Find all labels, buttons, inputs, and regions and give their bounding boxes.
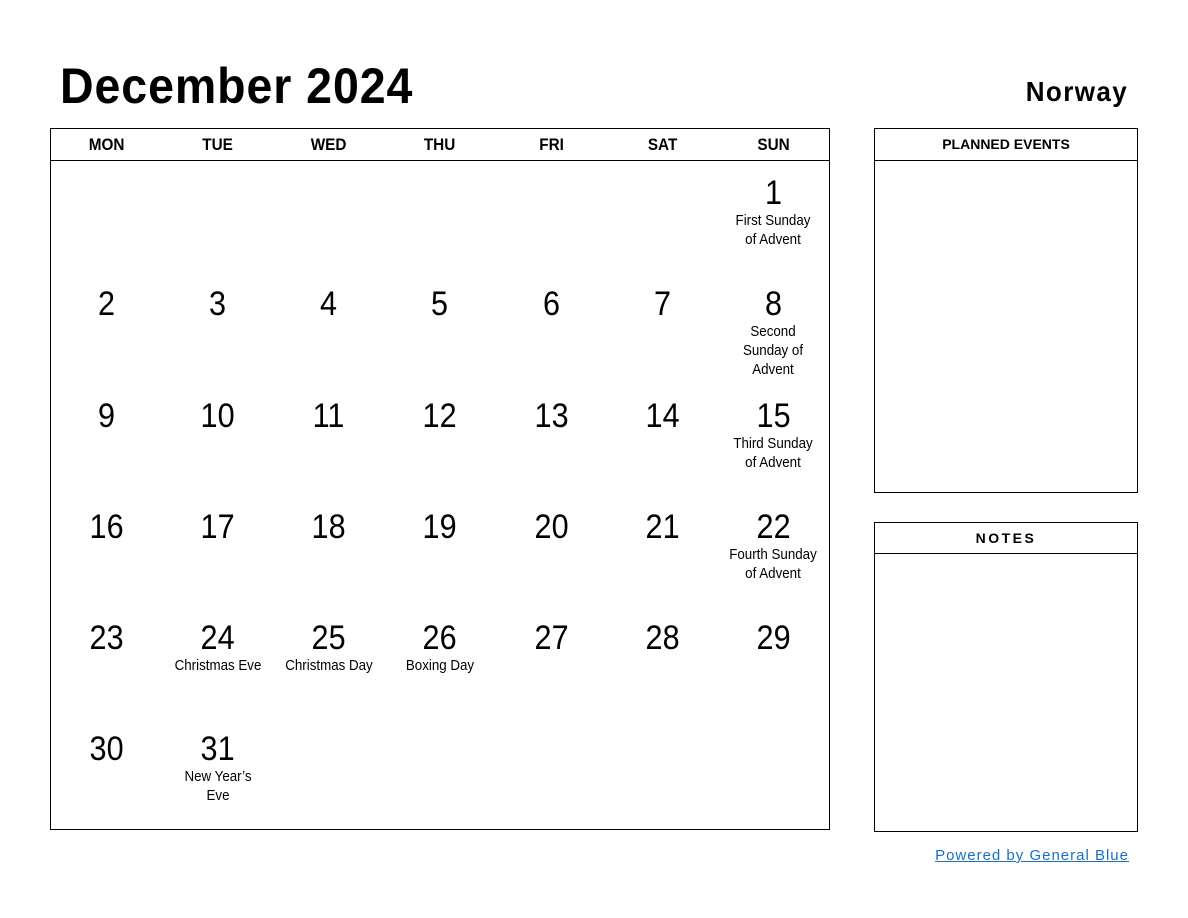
day-cell: 10 — [162, 384, 273, 495]
day-number: 14 — [645, 396, 680, 435]
day-number: 11 — [312, 396, 345, 435]
day-cell: 5 — [384, 272, 495, 383]
weekday-header: MON TUE WED THU FRI SAT SUN — [51, 129, 829, 161]
day-number: 29 — [756, 619, 791, 658]
day-cell: 21 — [607, 495, 718, 606]
day-cell: 24 Christmas Eve — [162, 606, 273, 717]
holiday-label: New Year’s Eve — [184, 769, 252, 805]
holiday-label: First Sunday of Advent — [735, 213, 811, 248]
day-cell: 30 — [51, 717, 162, 828]
day-number: 15 — [756, 396, 791, 435]
day-cell — [273, 161, 384, 272]
day-number: 16 — [89, 507, 124, 546]
weekday-sat: SAT — [647, 135, 678, 154]
holiday-label: Fourth Sunday of Advent — [729, 546, 818, 582]
day-cell — [51, 161, 162, 272]
day-number: 20 — [534, 507, 569, 546]
day-cell — [496, 717, 607, 828]
day-number: 12 — [422, 396, 458, 435]
day-number: 27 — [534, 619, 569, 658]
weekday-mon: MON — [88, 135, 125, 154]
day-cell: 7 — [607, 272, 718, 383]
holiday-label: Boxing Day — [405, 658, 475, 675]
calendar-grid: MON TUE WED THU FRI SAT SUN 1 First Sunda… — [50, 128, 830, 830]
day-cell — [384, 161, 495, 272]
day-number: 8 — [764, 285, 782, 324]
day-number: 13 — [534, 396, 569, 435]
day-cell: 28 — [607, 606, 718, 717]
country-label: Norway — [1025, 76, 1128, 107]
holiday-label: Christmas Eve — [174, 658, 262, 675]
day-cell: 25 Christmas Day — [273, 606, 384, 717]
planned-events-heading: PLANNED EVENTS — [875, 129, 1137, 161]
notes-heading: NOTES — [875, 523, 1137, 554]
weekday-thu: THU — [424, 135, 456, 154]
day-cell — [496, 161, 607, 272]
weekday-tue: TUE — [202, 135, 234, 154]
day-cell — [162, 161, 273, 272]
day-cell — [607, 161, 718, 272]
powered-by-link[interactable]: Powered by General Blue — [935, 847, 1129, 864]
day-number: 9 — [98, 396, 116, 435]
day-number: 30 — [89, 730, 124, 769]
day-cell: 11 — [273, 384, 384, 495]
day-number: 2 — [98, 285, 116, 324]
day-cell: 22 Fourth Sunday of Advent — [718, 495, 829, 606]
day-number: 28 — [645, 619, 680, 658]
day-cell: 4 — [273, 272, 384, 383]
day-number: 10 — [200, 396, 235, 435]
day-number: 17 — [200, 507, 235, 546]
day-cell — [607, 717, 718, 828]
day-cell: 8 Second Sunday of Advent — [718, 272, 829, 383]
day-number: 5 — [431, 285, 449, 324]
calendar-body: 1 First Sunday of Advent 2 3 4 5 6 7 8 Second Sun… — [51, 161, 829, 829]
holiday-label: Third Sunday of Advent — [733, 435, 814, 471]
day-cell: 6 — [496, 272, 607, 383]
holiday-label: Christmas Day — [285, 658, 373, 675]
day-cell: 23 — [51, 606, 162, 717]
day-number: 24 — [200, 619, 235, 658]
day-cell: 12 — [384, 384, 495, 495]
month-title: December 2024 — [60, 58, 414, 114]
day-number: 22 — [756, 507, 791, 546]
day-cell: 13 — [496, 384, 607, 495]
day-cell: 31 New Year’s Eve — [162, 717, 273, 828]
day-cell — [273, 717, 384, 828]
notes-panel: NOTES — [874, 522, 1138, 832]
day-cell: 3 — [162, 272, 273, 383]
day-number: 7 — [653, 285, 671, 324]
day-number: 4 — [320, 285, 338, 324]
day-number: 1 — [764, 174, 782, 212]
day-number: 23 — [89, 619, 124, 658]
day-cell: 20 — [496, 495, 607, 606]
day-cell: 14 — [607, 384, 718, 495]
day-number: 31 — [200, 730, 235, 769]
day-cell: 17 — [162, 495, 273, 606]
day-number: 21 — [645, 507, 680, 546]
day-number: 6 — [542, 285, 560, 324]
weekday-wed: WED — [310, 135, 347, 154]
day-number: 3 — [209, 285, 227, 324]
day-cell: 1 First Sunday of Advent — [718, 161, 829, 272]
weekday-sun: SUN — [757, 135, 790, 154]
day-cell — [718, 717, 829, 828]
day-cell: 16 — [51, 495, 162, 606]
day-cell: 19 — [384, 495, 495, 606]
day-cell: 9 — [51, 384, 162, 495]
day-number: 19 — [422, 507, 458, 546]
day-number: 18 — [311, 507, 346, 546]
day-cell: 26 Boxing Day — [384, 606, 495, 717]
planned-events-panel: PLANNED EVENTS — [874, 128, 1138, 493]
day-cell: 18 — [273, 495, 384, 606]
day-number: 26 — [422, 619, 458, 658]
day-cell — [384, 717, 495, 828]
day-cell: 27 — [496, 606, 607, 717]
holiday-label: Second Sunday of Advent — [743, 324, 804, 379]
weekday-fri: FRI — [538, 135, 564, 154]
day-cell: 29 — [718, 606, 829, 717]
day-cell: 2 — [51, 272, 162, 383]
day-cell: 15 Third Sunday of Advent — [718, 384, 829, 495]
day-number: 25 — [311, 619, 346, 658]
